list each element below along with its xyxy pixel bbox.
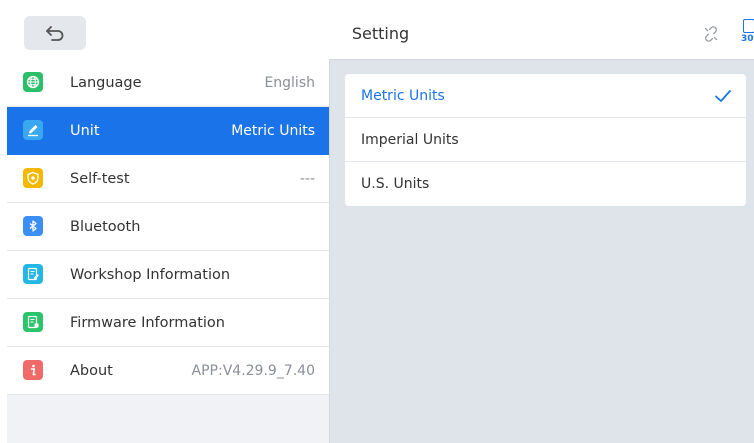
sidebar-item-self-test[interactable]: Self-test --- <box>7 155 329 203</box>
sidebar-item-value: --- <box>299 171 315 187</box>
sidebar-item-label: Language <box>70 75 142 91</box>
unit-option-metric[interactable]: Metric Units <box>345 74 746 118</box>
bluetooth-icon <box>23 216 43 236</box>
unit-option-label: Imperial Units <box>361 132 459 148</box>
unit-option-label: Metric Units <box>361 88 445 104</box>
unit-option-imperial[interactable]: Imperial Units <box>345 118 746 162</box>
sidebar-item-label: Firmware Information <box>70 315 225 331</box>
sidebar-item-bluetooth[interactable]: Bluetooth <box>7 203 329 251</box>
battery-icon <box>743 19 754 33</box>
sidebar-item-label: About <box>70 363 113 379</box>
shield-icon <box>23 168 43 188</box>
sidebar-item-value: English <box>264 75 315 91</box>
unit-option-us[interactable]: U.S. Units <box>345 162 746 206</box>
globe-icon <box>23 72 43 92</box>
battery-indicator: 30% <box>740 19 754 51</box>
unit-option-label: U.S. Units <box>361 176 430 192</box>
info-icon <box>23 360 43 380</box>
app-screen: Setting 30% Language English <box>7 9 754 443</box>
sidebar-item-language[interactable]: Language English <box>7 59 329 107</box>
checkmark-icon <box>715 90 731 102</box>
sidebar-item-value: Metric Units <box>231 123 315 139</box>
unit-options-panel: Metric Units Imperial Units U.S. Units <box>345 74 746 206</box>
page-title: Setting <box>351 24 410 43</box>
sidebar-item-value: APP:V4.29.9_7.40 <box>191 363 315 379</box>
sidebar-item-about[interactable]: About APP:V4.29.9_7.40 <box>7 347 329 395</box>
battery-percentage: 30% <box>741 34 754 44</box>
sidebar-item-label: Unit <box>70 123 100 139</box>
link-broken-icon <box>704 26 718 42</box>
sidebar-item-unit[interactable]: Unit Metric Units <box>7 107 329 155</box>
sidebar-item-workshop-information[interactable]: Workshop Information <box>7 251 329 299</box>
pencil-icon <box>23 120 43 140</box>
header-bar: Setting 30% <box>7 9 754 60</box>
sidebar-item-label: Workshop Information <box>70 267 231 283</box>
settings-sidebar: Language English Unit Metric Units Self-… <box>7 59 330 443</box>
sidebar-item-label: Self-test <box>70 171 130 187</box>
document-edit-icon <box>23 264 43 284</box>
sidebar-item-label: Bluetooth <box>70 219 141 235</box>
document-chip-icon <box>23 312 43 332</box>
sidebar-item-firmware-information[interactable]: Firmware Information <box>7 299 329 347</box>
